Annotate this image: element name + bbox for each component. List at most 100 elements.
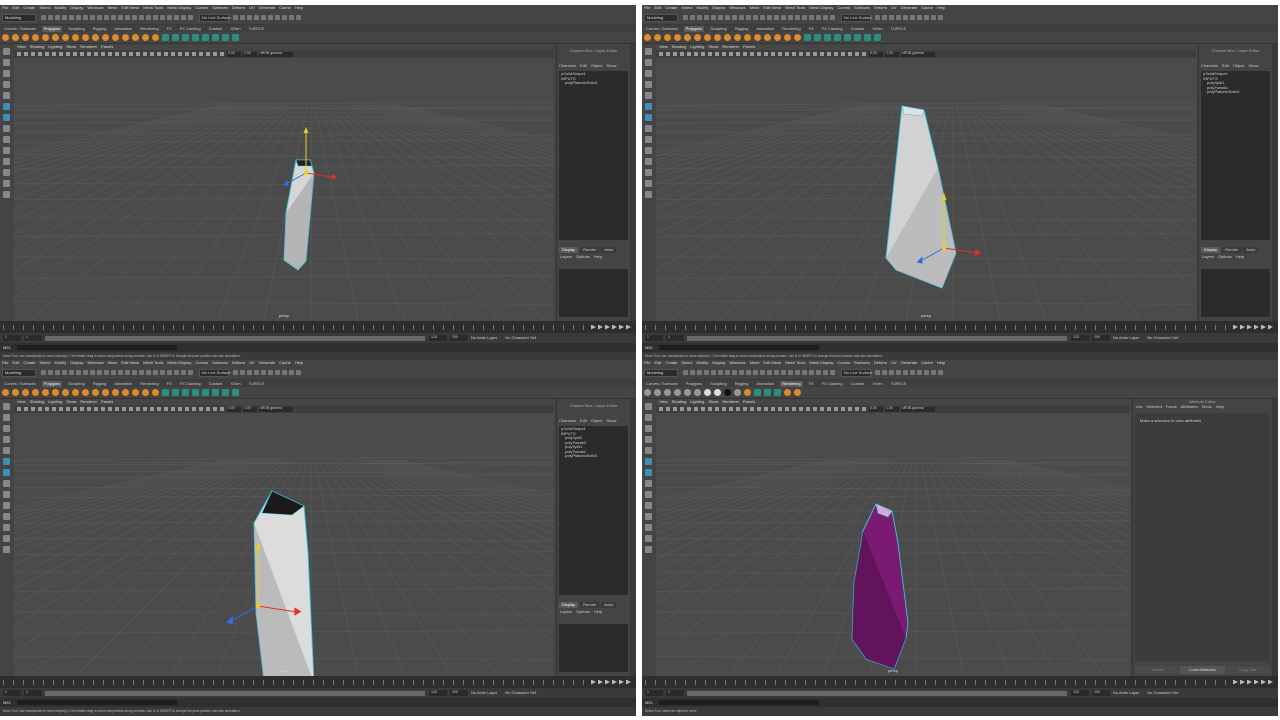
viewport-menu-item[interactable]: Lighting bbox=[690, 400, 704, 404]
toolbar-icon[interactable] bbox=[697, 370, 702, 375]
viewport-toolbar-icon[interactable] bbox=[178, 52, 182, 56]
viewport-panel[interactable]: View Shading Lighting Show Renderer Panels 0.0… bbox=[656, 399, 1130, 676]
shelf-icon[interactable] bbox=[654, 389, 661, 396]
shelf-icon[interactable] bbox=[654, 34, 661, 41]
shelf-tab[interactable]: Custom bbox=[849, 381, 867, 387]
toolbar-icon[interactable] bbox=[69, 370, 74, 375]
exposure-field[interactable]: 0.00 bbox=[869, 51, 883, 57]
tool-icon[interactable] bbox=[3, 169, 10, 176]
viewport-toolbar-icon[interactable] bbox=[136, 407, 140, 411]
shelf-icon[interactable] bbox=[22, 389, 29, 396]
toolbar-icon[interactable] bbox=[146, 15, 151, 20]
menu-item[interactable]: Display bbox=[70, 361, 83, 365]
toolbar-icon[interactable] bbox=[62, 15, 67, 20]
shelf-tab[interactable]: Curves / Surfaces bbox=[2, 26, 38, 32]
toolbar-icon[interactable] bbox=[767, 370, 772, 375]
menu-item[interactable]: Mesh bbox=[108, 361, 118, 365]
menu-item[interactable]: Generate bbox=[259, 361, 276, 365]
toolbar-icon[interactable] bbox=[97, 15, 102, 20]
viewport-toolbar-icon[interactable] bbox=[150, 52, 154, 56]
side-tab-strip[interactable] bbox=[1272, 44, 1278, 321]
toolbar-icon[interactable] bbox=[830, 15, 835, 20]
shelf-tab[interactable]: Sculpting bbox=[66, 26, 86, 32]
menu-item[interactable]: Edit bbox=[654, 361, 661, 365]
viewport-toolbar-icon[interactable] bbox=[24, 52, 28, 56]
play-button-icon[interactable] bbox=[1247, 324, 1252, 330]
anim-layer-select[interactable]: No Anim Layer bbox=[1113, 691, 1139, 695]
play-button-icon[interactable] bbox=[1240, 324, 1245, 330]
playback-end-field[interactable]: 120 bbox=[1071, 335, 1089, 341]
viewport-toolbar-icon[interactable] bbox=[220, 52, 224, 56]
shelf-icon[interactable] bbox=[844, 34, 851, 41]
shelf-icon[interactable] bbox=[874, 34, 881, 41]
shelf-icon[interactable] bbox=[814, 34, 821, 41]
viewport-toolbar-icon[interactable] bbox=[185, 407, 189, 411]
tool-icon[interactable] bbox=[3, 480, 10, 487]
viewport-toolbar-icon[interactable] bbox=[157, 52, 161, 56]
shelf-icon[interactable] bbox=[684, 389, 691, 396]
viewport-toolbar-icon[interactable] bbox=[708, 52, 712, 56]
layer-tab[interactable]: Render bbox=[1222, 247, 1242, 253]
toolbar-icon[interactable] bbox=[739, 15, 744, 20]
viewport-toolbar-icon[interactable] bbox=[841, 52, 845, 56]
viewport-toolbar-icon[interactable] bbox=[743, 52, 747, 56]
anim-layer-select[interactable]: No Anim Layer bbox=[1113, 336, 1139, 340]
shelf-tab[interactable]: Animation bbox=[112, 26, 134, 32]
shelf-icon[interactable] bbox=[32, 389, 39, 396]
viewport-menu-item[interactable]: Show bbox=[708, 400, 718, 404]
anim-layer-select[interactable]: No Anim Layer bbox=[471, 336, 497, 340]
shelf-icon[interactable] bbox=[192, 34, 199, 41]
toolbar-icon[interactable] bbox=[268, 15, 273, 20]
toolbar-icon[interactable] bbox=[125, 370, 130, 375]
gamma-field[interactable]: 1.00 bbox=[885, 51, 899, 57]
toolbar-icon[interactable] bbox=[903, 15, 908, 20]
tool-icon[interactable] bbox=[645, 458, 652, 465]
menu-item[interactable]: Edit Mesh bbox=[121, 361, 139, 365]
viewport-menu-item[interactable]: Renderer bbox=[722, 400, 739, 404]
menu-item[interactable]: Mesh Tools bbox=[143, 6, 163, 10]
toolbar-icon[interactable] bbox=[882, 370, 887, 375]
viewport-toolbar-icon[interactable] bbox=[778, 407, 782, 411]
shelf-tab[interactable]: FX bbox=[165, 26, 174, 32]
menu-item[interactable]: Generate bbox=[901, 361, 918, 365]
tool-icon[interactable] bbox=[3, 436, 10, 443]
toolbar-icon[interactable] bbox=[732, 370, 737, 375]
viewport-toolbar-icon[interactable] bbox=[115, 407, 119, 411]
tool-icon[interactable] bbox=[645, 158, 652, 165]
toolbar-icon[interactable] bbox=[795, 370, 800, 375]
command-input[interactable] bbox=[659, 700, 820, 705]
toolbar-icon[interactable] bbox=[83, 15, 88, 20]
layer-menu-item[interactable]: Layers bbox=[560, 255, 572, 259]
shelf-tab[interactable]: Rendering bbox=[138, 26, 160, 32]
viewport-toolbar-icon[interactable] bbox=[806, 407, 810, 411]
toolbar-icon[interactable] bbox=[917, 370, 922, 375]
menu-item[interactable]: File bbox=[644, 361, 650, 365]
tool-icon[interactable] bbox=[645, 81, 652, 88]
mode-selector[interactable]: Modeling bbox=[644, 368, 678, 377]
color-space-select[interactable]: sRGB gamma bbox=[901, 406, 935, 412]
tool-icon[interactable] bbox=[3, 191, 10, 198]
menu-item[interactable]: File bbox=[644, 6, 650, 10]
toolbar-icon[interactable] bbox=[118, 370, 123, 375]
layer-tab[interactable]: Display bbox=[559, 247, 579, 253]
play-button-icon[interactable] bbox=[1268, 679, 1273, 685]
toolbar-icon[interactable] bbox=[816, 370, 821, 375]
shelf-icon[interactable] bbox=[734, 34, 741, 41]
toolbar-icon[interactable] bbox=[697, 15, 702, 20]
shelf-icon[interactable] bbox=[62, 34, 69, 41]
menu-item[interactable]: Help bbox=[295, 6, 303, 10]
shelf-icon[interactable] bbox=[92, 389, 99, 396]
viewport-toolbar-icon[interactable] bbox=[750, 52, 754, 56]
shelf-tab[interactable]: Curves / Surfaces bbox=[644, 26, 680, 32]
shelf-icon[interactable] bbox=[132, 34, 139, 41]
shelf-icon[interactable] bbox=[714, 389, 721, 396]
toolbar-icon[interactable] bbox=[690, 15, 695, 20]
shelf-icon[interactable] bbox=[794, 389, 801, 396]
viewport-toolbar-icon[interactable] bbox=[855, 407, 859, 411]
viewport-toolbar-icon[interactable] bbox=[673, 52, 677, 56]
playback-start-field[interactable]: 1 bbox=[666, 335, 684, 341]
start-time-field[interactable]: 1 bbox=[645, 690, 663, 696]
toolbar-icon[interactable] bbox=[889, 370, 894, 375]
viewport-toolbar-icon[interactable] bbox=[666, 407, 670, 411]
viewport-toolbar-icon[interactable] bbox=[820, 407, 824, 411]
